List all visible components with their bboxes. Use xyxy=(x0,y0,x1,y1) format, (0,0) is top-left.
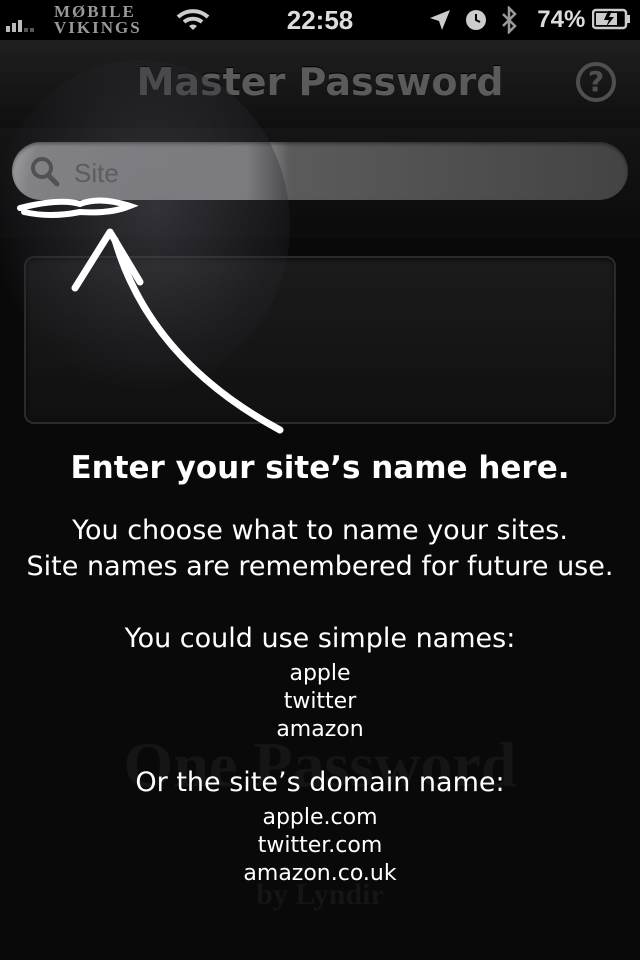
simple-example: amazon xyxy=(276,717,364,742)
hint-line-1: You choose what to name your sites. xyxy=(72,515,568,546)
domain-example: apple.com xyxy=(262,805,378,830)
simple-example: twitter xyxy=(283,689,357,714)
domain-example: amazon.co.uk xyxy=(243,861,397,886)
simple-example: apple xyxy=(289,661,351,686)
hint-line-2: Site names are remembered for future use… xyxy=(26,551,614,582)
domain-names-heading: Or the site’s domain name: xyxy=(135,767,505,798)
simple-names-heading: You could use simple names: xyxy=(124,623,516,654)
domain-example: twitter.com xyxy=(257,833,383,858)
hint-heading: Enter your site’s name here. xyxy=(70,450,570,486)
